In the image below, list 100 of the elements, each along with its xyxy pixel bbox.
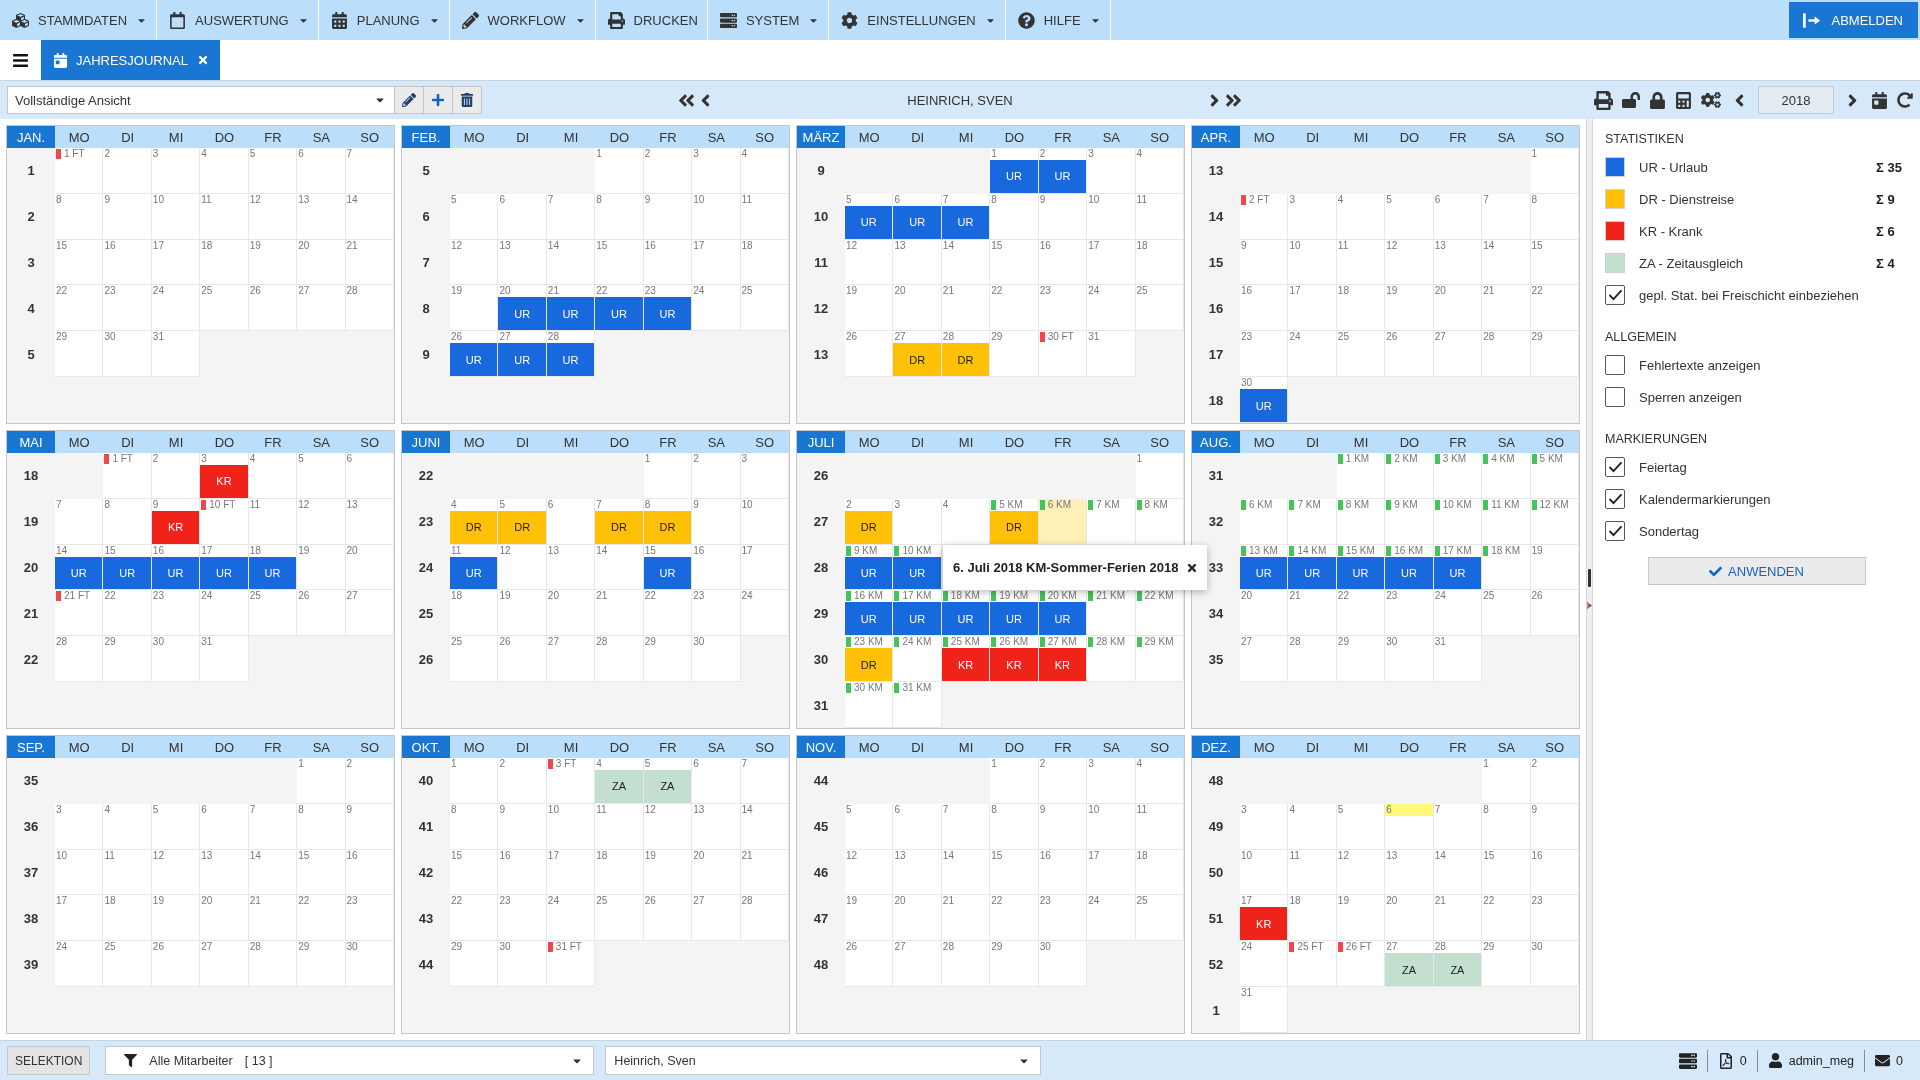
week-number: 21 — [23, 605, 39, 621]
week-number: 37 — [23, 865, 39, 881]
day-number: 21 — [942, 285, 954, 298]
checkmark-icon — [1607, 525, 1623, 537]
weekday-label: SA — [1497, 129, 1515, 145]
employee-name: HEINRICH, SVEN — [907, 92, 1013, 108]
day-number: 17 — [741, 544, 753, 557]
day-number: 26 — [298, 590, 310, 603]
day-number: 20 — [1241, 590, 1253, 603]
day-number: 19 — [249, 239, 261, 252]
day-number: 2 — [346, 758, 353, 770]
day-number: 10 — [693, 193, 705, 206]
server-icon[interactable] — [1678, 1051, 1697, 1070]
gears-icon[interactable] — [1701, 90, 1721, 110]
weekday-label: FR — [1054, 434, 1072, 450]
day-number: 29 — [56, 331, 68, 344]
day-number: 10 KM — [1442, 498, 1472, 511]
weekday-label: DO — [609, 739, 630, 755]
delete-button[interactable] — [453, 86, 482, 114]
calendar-icon[interactable] — [1871, 91, 1888, 109]
padlock-icon[interactable] — [1649, 91, 1666, 109]
pdf-file-icon[interactable] — [1717, 1052, 1734, 1069]
checkbox-label: gepl. Stat. bei Freischicht einbeziehen — [1639, 287, 1860, 303]
day-number: 25 — [1136, 285, 1148, 298]
week-number: 43 — [418, 910, 434, 926]
close-icon[interactable] — [1186, 561, 1199, 574]
employee-select[interactable]: Heinrich, Sven — [605, 1046, 1042, 1075]
refresh-icon[interactable] — [1897, 92, 1913, 108]
user-icon[interactable] — [1767, 1053, 1783, 1068]
checkbox[interactable] — [1605, 521, 1625, 541]
day-number: 29 KM — [1144, 636, 1174, 649]
day-number: 26 — [1386, 331, 1398, 344]
menu-icon[interactable] — [12, 51, 29, 69]
weekday-label: SA — [1497, 434, 1515, 450]
week-number: 49 — [1208, 819, 1224, 835]
checkbox[interactable] — [1605, 355, 1625, 375]
printer-icon[interactable] — [1594, 90, 1613, 110]
edit-button[interactable] — [395, 86, 424, 114]
exit-arrow-icon — [1803, 12, 1822, 28]
day-number: 23 — [499, 895, 511, 908]
weekday-label: DO — [1399, 129, 1420, 145]
month-name: OKT. — [402, 736, 450, 758]
day-number: 4 — [1289, 803, 1295, 816]
day-number: 17 — [1088, 239, 1100, 252]
week-number: 14 — [1208, 209, 1224, 225]
day-number: 6 — [1434, 193, 1441, 206]
checkbox[interactable] — [1605, 387, 1625, 407]
day-number: 23 — [346, 895, 358, 908]
absence-entry: DR — [845, 648, 893, 682]
open-padlock-icon[interactable] — [1622, 91, 1640, 109]
add-button[interactable] — [424, 86, 453, 114]
weekday-label: SA — [312, 129, 330, 145]
tab[interactable]: JAHRESJOURNAL — [41, 40, 220, 80]
day-number: 9 — [499, 803, 505, 816]
logout-button[interactable]: ABMELDEN — [1789, 2, 1918, 38]
weekday-label: SA — [312, 739, 330, 755]
apply-button[interactable]: ANWENDEN — [1647, 557, 1866, 585]
expand-arrow-icon[interactable] — [1587, 602, 1592, 609]
calculator-icon[interactable] — [1675, 91, 1692, 109]
group-select[interactable]: Alle Mitarbeiter [ 13 ] — [105, 1046, 595, 1075]
day-number: 12 — [249, 193, 261, 206]
day-number: 3 — [1088, 148, 1094, 160]
day-number: 18 — [1136, 239, 1148, 252]
day-number: 1 — [1483, 758, 1489, 770]
weekday-label: DI — [911, 129, 925, 145]
day-number: 13 — [346, 498, 358, 511]
day-number: 22 KM — [1144, 590, 1174, 603]
selection-button[interactable]: SELEKTION — [7, 1046, 91, 1075]
envelope-icon[interactable] — [1875, 1053, 1891, 1068]
week-number: 26 — [418, 651, 434, 667]
view-select[interactable]: Vollständige Ansicht — [7, 86, 395, 114]
day-number: 18 KM — [1491, 544, 1521, 557]
day-number: 28 — [547, 331, 559, 344]
checkbox[interactable] — [1605, 285, 1625, 305]
day-number: 5 — [1386, 193, 1392, 206]
day-number: 14 — [249, 849, 261, 862]
day-number: 1 FT — [112, 453, 133, 465]
day-number: 27 — [693, 895, 705, 908]
weekday-label: SA — [1497, 739, 1515, 755]
day-number: 8 — [644, 498, 651, 511]
week-number: 7 — [422, 255, 430, 271]
day-number: 24 KM — [902, 636, 932, 649]
day-number: 10 — [1088, 803, 1100, 816]
absence-entry: UR — [643, 297, 692, 331]
splitter-handle[interactable] — [1588, 569, 1591, 587]
month-name: JULI — [797, 431, 845, 453]
day-number: 28 — [249, 941, 261, 954]
day-number: 16 — [152, 544, 164, 557]
weekday-label: DO — [1004, 129, 1025, 145]
week-number: 48 — [813, 956, 829, 972]
day-number: 16 — [104, 239, 116, 252]
day-number: 2 — [1039, 148, 1046, 160]
weekday-label: MI — [168, 434, 184, 450]
year-field[interactable]: 2018 — [1758, 86, 1834, 114]
weekday-label: FR — [264, 739, 282, 755]
checkbox[interactable] — [1605, 457, 1625, 477]
day-number: 1 — [1531, 148, 1538, 160]
checkbox[interactable] — [1605, 489, 1625, 509]
day-number: 19 — [1531, 544, 1543, 557]
week-number: 51 — [1208, 910, 1224, 926]
